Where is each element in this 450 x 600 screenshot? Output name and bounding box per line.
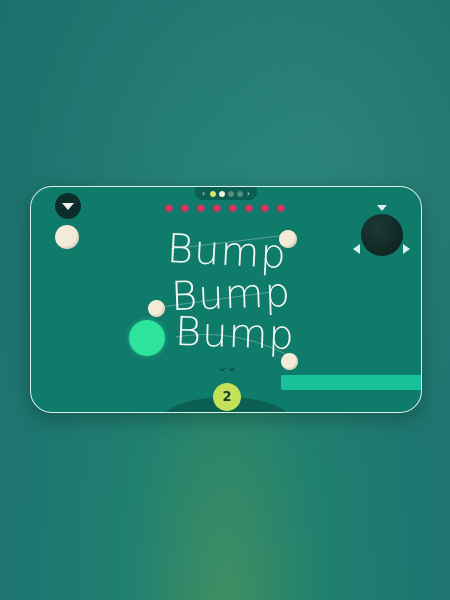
level-progress-nav: ‹ ›: [195, 187, 257, 200]
double-chevron-down-icon: ⌄⌄: [218, 361, 237, 374]
bump-word-3: Bump: [174, 308, 296, 360]
star-burst-icon: ✸: [259, 202, 271, 217]
star-burst-icon: ✸: [211, 202, 223, 217]
level-dot-4: [236, 190, 243, 197]
level-dot-1: [209, 190, 216, 197]
triangle-left-icon: [353, 244, 360, 254]
aim-control[interactable]: [361, 214, 403, 256]
chevron-right-icon[interactable]: ›: [246, 189, 252, 198]
level-dot-3: [227, 190, 234, 197]
star-burst-icon: ✸: [275, 202, 287, 217]
star-row: ✸ ✸ ✸ ✸ ✸ ✸ ✸ ✸: [163, 202, 287, 217]
ball-counter: 2: [213, 383, 241, 411]
star-burst-icon: ✸: [227, 202, 239, 217]
triangle-up-icon: [377, 205, 387, 211]
star-burst-icon: ✸: [195, 202, 207, 217]
triangle-right-icon: [403, 244, 410, 254]
star-burst-icon: ✸: [163, 202, 175, 217]
ball-queue-1: [55, 225, 79, 249]
platform: [281, 375, 421, 390]
star-burst-icon: ✸: [179, 202, 191, 217]
player-ball[interactable]: [129, 320, 165, 356]
drop-triangle-icon: [62, 202, 74, 210]
drop-button[interactable]: [55, 193, 81, 219]
star-burst-icon: ✸: [243, 202, 255, 217]
level-dot-2: [218, 190, 225, 197]
game-screen[interactable]: ‹ › ✸ ✸ ✸ ✸ ✸ ✸ ✸ ✸ Bump Bump Bump ⌄⌄ 2: [30, 186, 422, 413]
ball-bounce-2: [148, 300, 165, 317]
chevron-left-icon[interactable]: ‹: [201, 189, 207, 198]
